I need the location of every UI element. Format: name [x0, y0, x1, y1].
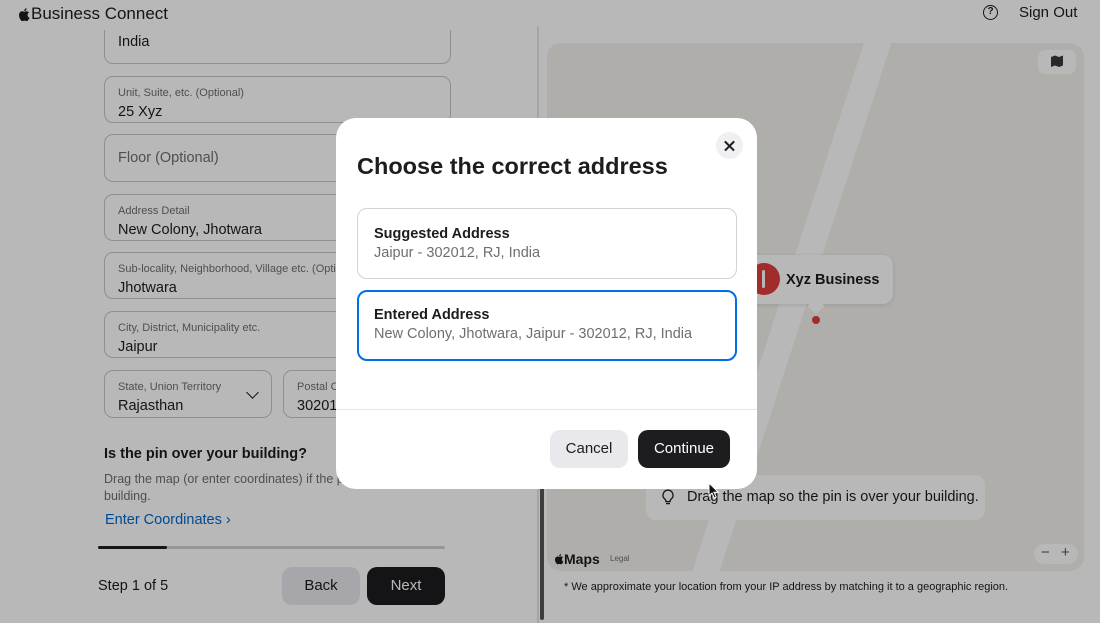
cancel-button[interactable]: Cancel — [550, 430, 628, 468]
continue-button[interactable]: Continue — [638, 430, 730, 468]
suggested-address-text: Jaipur - 302012, RJ, India — [374, 245, 541, 261]
suggested-address-title: Suggested Address — [374, 226, 510, 242]
entered-address-title: Entered Address — [374, 307, 490, 323]
entered-address-text: New Colony, Jhotwara, Jaipur - 302012, R… — [374, 326, 693, 342]
dialog-divider — [336, 409, 757, 410]
mouse-cursor-icon — [708, 482, 720, 499]
dialog-title: Choose the correct address — [357, 153, 668, 179]
suggested-address-option[interactable] — [357, 208, 737, 279]
close-icon[interactable] — [716, 132, 743, 159]
